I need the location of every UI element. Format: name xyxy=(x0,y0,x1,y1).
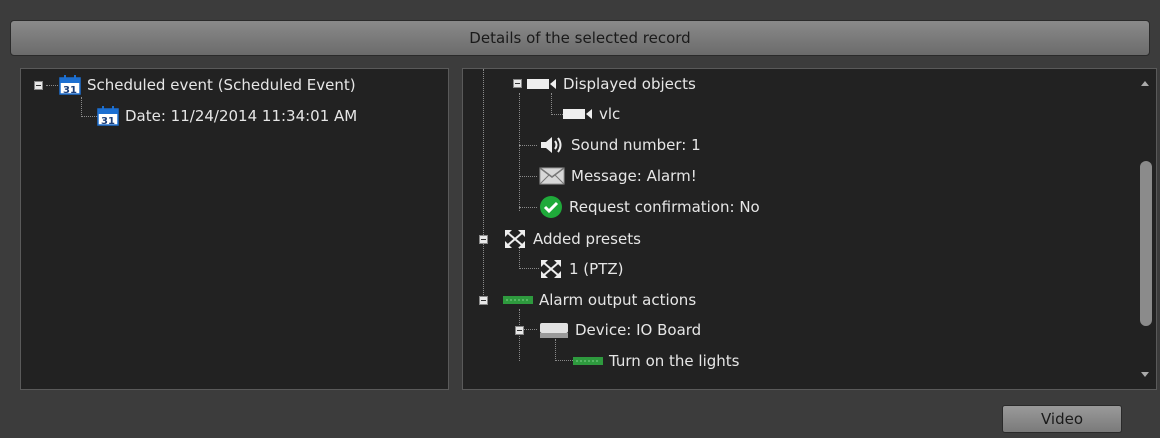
tree-connector xyxy=(519,93,520,211)
tree-connector xyxy=(551,114,563,115)
tree-node-label: Turn on the lights xyxy=(609,352,740,370)
tree-connector xyxy=(46,85,58,86)
svg-text:31: 31 xyxy=(101,116,115,126)
ptz-icon xyxy=(505,230,525,248)
scroll-up-arrow-icon[interactable] xyxy=(1141,81,1149,86)
video-button[interactable]: Video xyxy=(1002,405,1122,433)
tree-node-label: Alarm output actions xyxy=(539,291,697,309)
svg-text:31: 31 xyxy=(63,85,77,95)
scroll-thumb[interactable] xyxy=(1140,161,1152,326)
tree-node-sound[interactable]: Sound number: 1 xyxy=(539,133,701,157)
camera-icon xyxy=(527,79,556,89)
tree-node-label: Message: Alarm! xyxy=(571,167,697,185)
tree-connector xyxy=(81,116,97,117)
tree-node-preset-1[interactable]: 1 (PTZ) xyxy=(539,257,624,281)
scroll-down-arrow-icon[interactable] xyxy=(1141,372,1149,377)
tree-node-label: Added presets xyxy=(533,230,641,248)
envelope-icon xyxy=(539,167,565,185)
tree-connector xyxy=(555,339,556,361)
tree-node-added-presets[interactable]: Added presets xyxy=(503,227,641,251)
collapse-toggle[interactable] xyxy=(479,296,488,305)
tree-node-label: 1 (PTZ) xyxy=(569,260,624,278)
tree-connector xyxy=(555,360,573,361)
tree-node-label: Scheduled event (Scheduled Event) xyxy=(87,76,356,94)
checkmark-icon xyxy=(540,196,562,218)
tree-node-confirmation[interactable]: Request confirmation: No xyxy=(539,195,760,219)
tree-connector xyxy=(519,176,537,177)
calendar-icon: 31 xyxy=(59,75,81,95)
tree-node-scheduled-event[interactable]: 31 Scheduled event (Scheduled Event) xyxy=(59,73,356,97)
tree-connector xyxy=(519,145,537,146)
tree-node-label: Sound number: 1 xyxy=(571,136,701,154)
tree-node-alarm-output[interactable]: Alarm output actions xyxy=(503,288,696,312)
tree-node-label: Request confirmation: No xyxy=(569,198,760,216)
event-tree-panel: 31 Scheduled event (Scheduled Event) 31 … xyxy=(20,68,449,390)
action-details-panel: Displayed objects vlc Sound number: 1 Me… xyxy=(462,68,1157,390)
tree-node-date[interactable]: 31 Date: 11/24/2014 11:34:01 AM xyxy=(97,104,357,128)
calendar-icon: 31 xyxy=(97,106,119,126)
tree-node-message[interactable]: Message: Alarm! xyxy=(539,164,697,188)
collapse-toggle[interactable] xyxy=(479,235,488,244)
tree-node-label: Displayed objects xyxy=(563,75,696,93)
tree-connector xyxy=(519,268,539,269)
tree-node-label: Device: IO Board xyxy=(575,321,702,339)
tree-node-lights[interactable]: Turn on the lights xyxy=(573,349,739,373)
collapse-toggle[interactable] xyxy=(34,81,43,90)
io-output-icon xyxy=(503,296,533,304)
vertical-scrollbar[interactable] xyxy=(1134,69,1156,389)
tree-connector xyxy=(519,207,537,208)
device-icon xyxy=(540,323,568,338)
tree-node-label: Date: 11/24/2014 11:34:01 AM xyxy=(125,107,358,125)
tree-connector xyxy=(551,93,552,115)
ptz-icon xyxy=(541,260,561,278)
tree-connector xyxy=(519,309,520,361)
tree-node-label: vlc xyxy=(599,105,621,123)
tree-node-displayed-objects[interactable]: Displayed objects xyxy=(527,72,696,96)
tree-node-vlc[interactable]: vlc xyxy=(563,102,620,126)
io-output-icon xyxy=(573,357,603,365)
collapse-toggle[interactable] xyxy=(513,79,522,88)
tree-connector xyxy=(81,97,82,117)
tree-node-device[interactable]: Device: IO Board xyxy=(539,318,701,342)
details-header: Details of the selected record xyxy=(10,20,1150,56)
tree-connector xyxy=(483,69,484,301)
camera-icon xyxy=(563,109,592,119)
collapse-toggle[interactable] xyxy=(515,326,524,335)
speaker-icon xyxy=(541,137,562,153)
